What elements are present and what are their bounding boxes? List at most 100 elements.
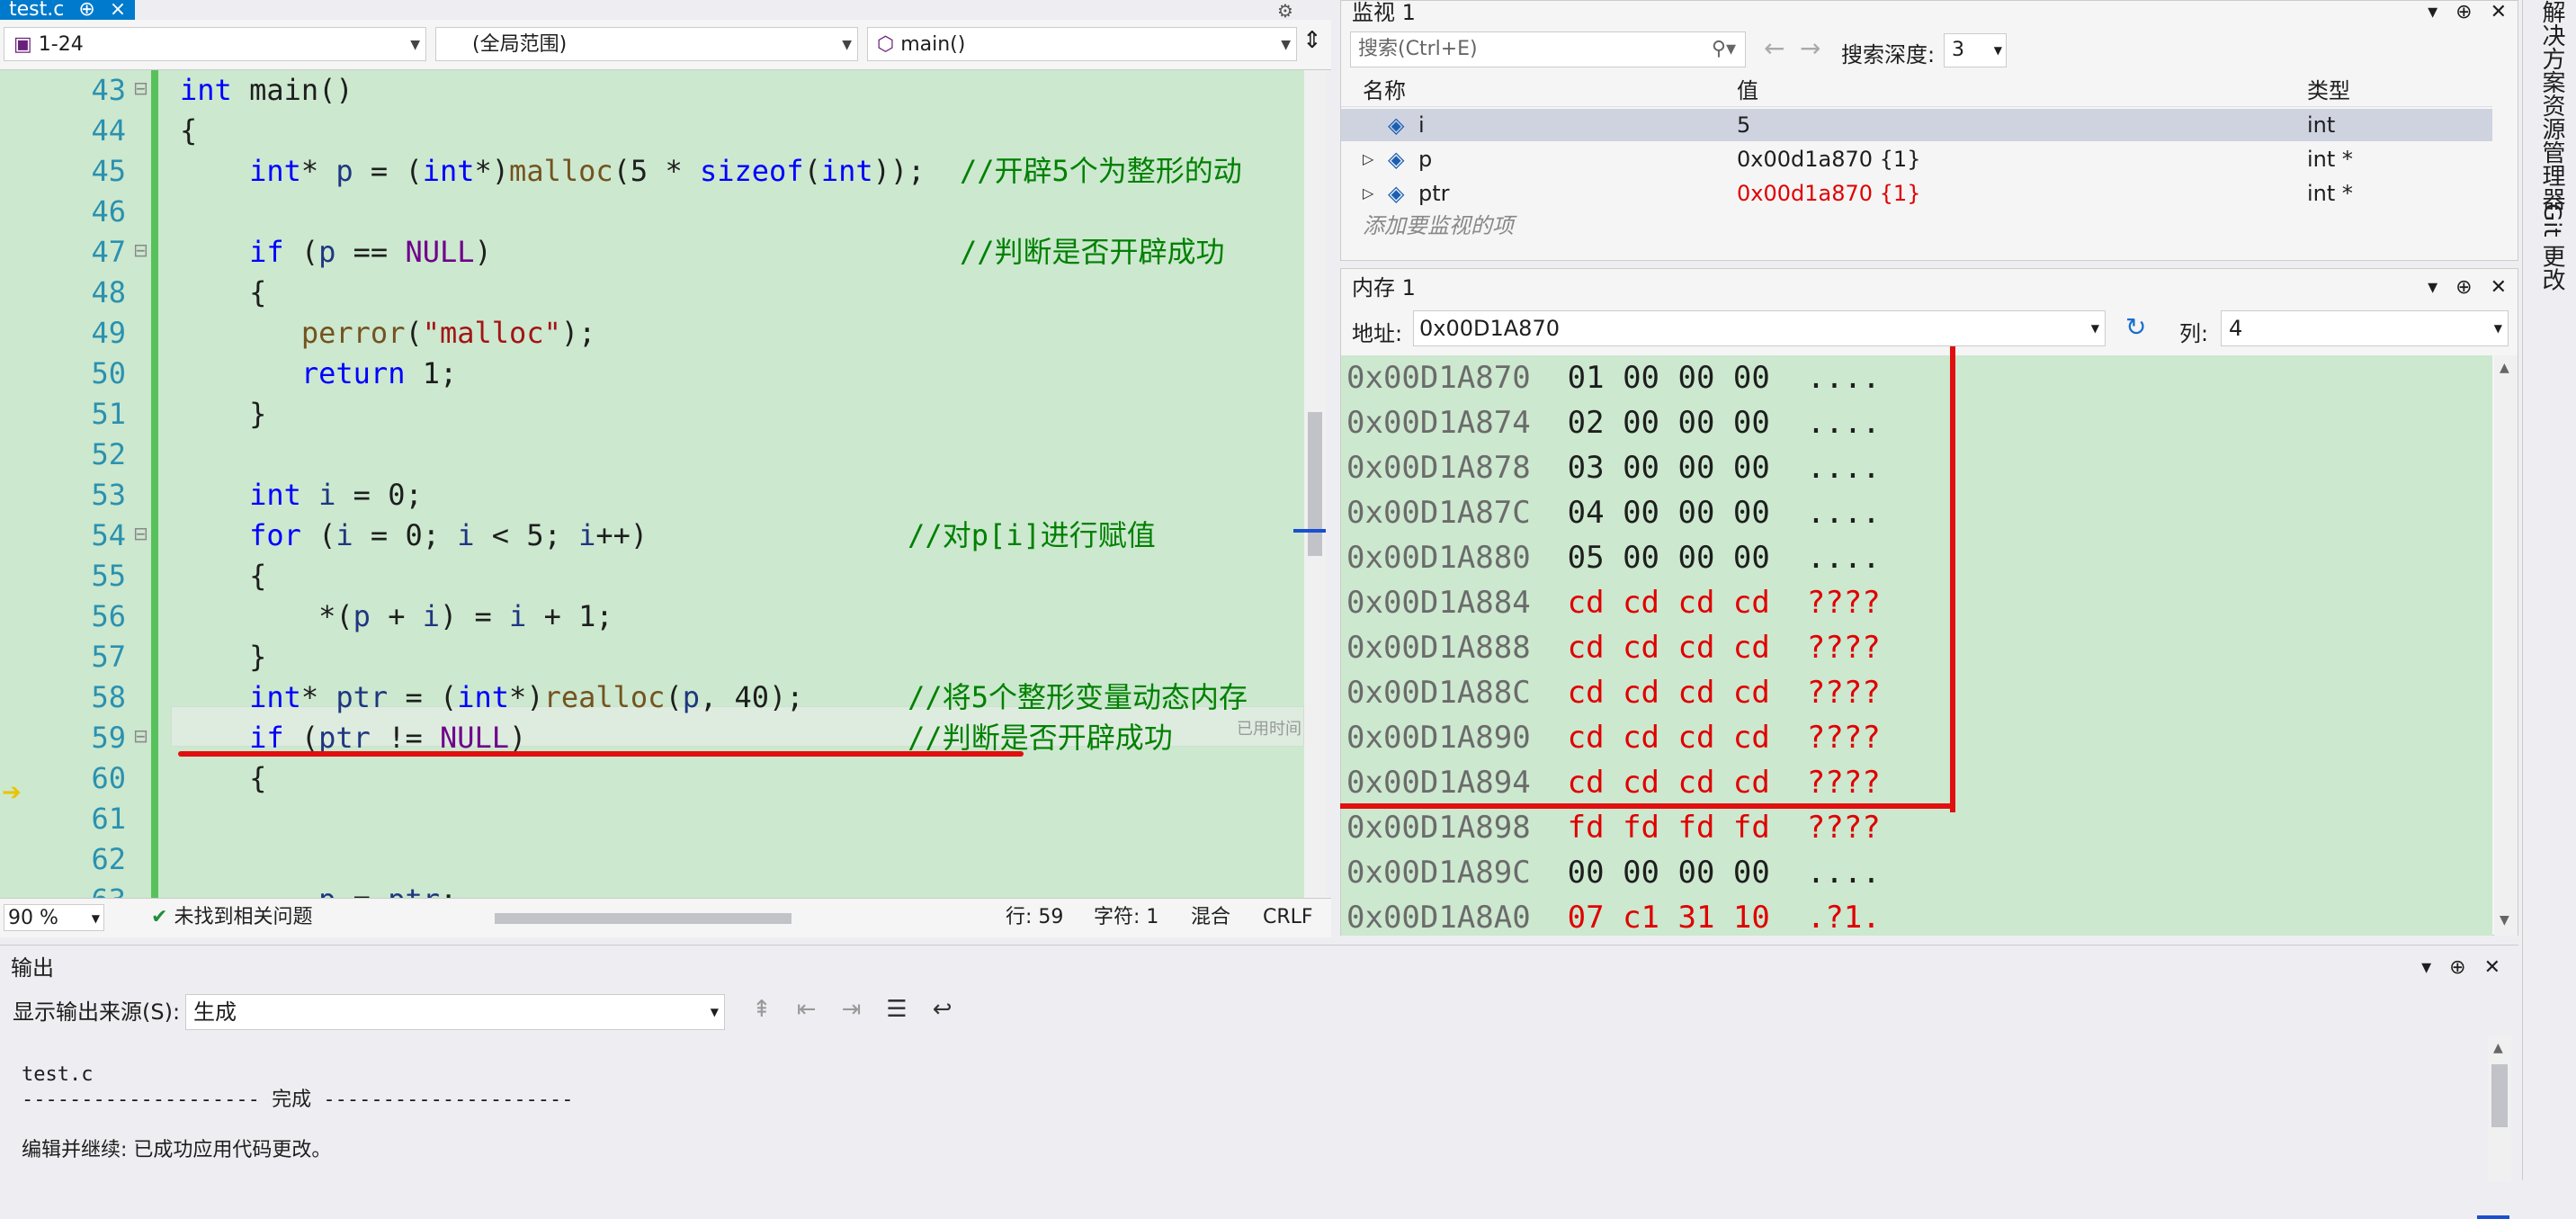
fold-toggle-icon[interactable]: ⊟ — [133, 523, 148, 544]
back-arrow-icon[interactable]: ← — [1764, 33, 1784, 63]
project-dropdown[interactable]: ▣ 1-24 ▼ — [4, 27, 426, 61]
memory-row[interactable]: 0x00D1A894 cd cd cd cd ???? — [1346, 760, 1881, 805]
pin-icon[interactable]: ⊕ — [2455, 276, 2472, 299]
close-icon[interactable]: ✕ — [2491, 276, 2507, 299]
dropdown-icon[interactable]: ▾ — [2421, 956, 2431, 979]
fold-toggle-icon[interactable]: ⊟ — [133, 239, 148, 261]
forward-arrow-icon[interactable]: → — [1800, 33, 1820, 63]
memory-bytes[interactable]: cd cd cd cd — [1568, 585, 1770, 621]
code-line[interactable] — [180, 435, 1304, 475]
memory-row[interactable]: 0x00D1A8A0 07 c1 31 10 .?1. — [1346, 895, 1881, 940]
columns-dropdown[interactable]: 4 ▼ — [2221, 310, 2509, 346]
code-line[interactable]: *(p + i) = i + 1; — [180, 596, 1304, 637]
memory-scrollbar[interactable]: ▲ ▼ — [2494, 355, 2518, 936]
chevron-up-icon[interactable]: ▲ — [2493, 1041, 2503, 1055]
depth-dropdown[interactable]: 3 ▼ — [1944, 33, 2007, 67]
scroll-thumb[interactable] — [1308, 412, 1322, 556]
dropdown-icon[interactable]: ▾ — [2428, 1, 2437, 23]
code-line[interactable]: for (i = 0; i < 5; i++) //对p[i]进行赋值 — [180, 515, 1304, 556]
memory-row[interactable]: 0x00D1A884 cd cd cd cd ???? — [1346, 580, 1881, 625]
scope-dropdown[interactable]: (全局范围) ▼ — [435, 27, 858, 61]
fold-toggle-icon[interactable]: ⊟ — [133, 725, 148, 747]
memory-row[interactable]: 0x00D1A880 05 00 00 00 .... — [1346, 535, 1881, 580]
chevron-down-icon[interactable]: ▼ — [2500, 913, 2509, 928]
memory-bytes[interactable]: cd cd cd cd — [1568, 765, 1770, 801]
next-message-icon[interactable]: ⇥ — [842, 996, 862, 1023]
tab-solution-explorer[interactable]: 解决方案资源管理器 — [2536, 0, 2569, 211]
close-icon[interactable]: ✕ — [2484, 956, 2500, 979]
zoom-dropdown[interactable]: 90 % ▼ — [4, 904, 104, 931]
code-line[interactable]: { — [180, 111, 1304, 151]
horizontal-scrollbar[interactable] — [468, 904, 944, 931]
memory-row[interactable]: 0x00D1A88C cd cd cd cd ???? — [1346, 670, 1881, 715]
code-line[interactable]: int* ptr = (int*)realloc(p, 40); //将5个整形… — [180, 677, 1304, 718]
memory-row[interactable]: 0x00D1A89C 00 00 00 00 .... — [1346, 850, 1881, 895]
pin-icon[interactable]: ⊕ — [2455, 1, 2472, 23]
memory-row[interactable]: 0x00D1A888 cd cd cd cd ???? — [1346, 625, 1881, 670]
code-line[interactable]: int* p = (int*)malloc(5 * sizeof(int)); … — [180, 151, 1304, 192]
previous-message-icon[interactable]: ⇤ — [797, 996, 817, 1023]
code-line[interactable]: { — [180, 273, 1304, 313]
pin-icon[interactable]: ⊕ — [2449, 956, 2465, 979]
memory-grid[interactable]: 0x00D1A870 01 00 00 00 .... 0x00D1A874 02… — [1341, 355, 2492, 936]
close-icon[interactable]: × — [110, 0, 126, 20]
code-line[interactable]: if (p == NULL) //判断是否开辟成功 — [180, 232, 1304, 273]
memory-row[interactable]: 0x00D1A878 03 00 00 00 .... — [1346, 445, 1881, 490]
clear-all-icon[interactable]: ☰ — [886, 996, 907, 1023]
output-scrollbar[interactable]: ▲ — [2477, 1035, 2511, 1219]
code-line[interactable]: return 1; — [180, 354, 1304, 394]
editor-vertical-scrollbar[interactable] — [1293, 70, 1326, 898]
split-icon[interactable]: ⇕ — [1302, 27, 1322, 54]
code-line[interactable]: } — [180, 637, 1304, 677]
memory-bytes[interactable]: 02 00 00 00 — [1568, 405, 1770, 441]
goto-message-icon[interactable]: ⇞ — [752, 996, 772, 1023]
add-watch-hint[interactable]: 添加要监视的项 — [1363, 208, 1514, 239]
output-source-dropdown[interactable]: 生成 ▼ — [185, 994, 725, 1030]
word-wrap-icon[interactable]: ↩ — [933, 996, 953, 1023]
address-input[interactable]: 0x00D1A870 ▼ — [1413, 310, 2106, 346]
code-line[interactable] — [180, 192, 1304, 232]
memory-bytes[interactable]: fd fd fd fd — [1568, 810, 1770, 846]
memory-row[interactable]: 0x00D1A870 01 00 00 00 .... — [1346, 355, 1881, 400]
tab-git-changes[interactable]: Git 更改 — [2536, 203, 2569, 291]
watch-row[interactable]: ▷ ◈ ptr 0x00d1a870 {1} int * — [1341, 177, 2492, 210]
memory-bytes[interactable]: 05 00 00 00 — [1568, 540, 1770, 576]
expand-arrow-icon[interactable]: ▷ — [1363, 177, 1373, 210]
scroll-thumb[interactable] — [2491, 1064, 2508, 1127]
watch-search-input[interactable]: 搜索(Ctrl+E) ⚲▾ — [1350, 31, 1746, 67]
code-line[interactable]: { — [180, 556, 1304, 596]
refresh-icon[interactable]: ↻ — [2125, 312, 2146, 342]
memory-bytes[interactable]: 04 00 00 00 — [1568, 495, 1770, 531]
expand-arrow-icon[interactable]: ▷ — [1363, 143, 1373, 175]
code-line[interactable]: { — [180, 758, 1304, 799]
code-line[interactable]: int main() — [180, 70, 1304, 111]
code-line[interactable] — [180, 799, 1304, 839]
dropdown-icon[interactable]: ▾ — [2428, 276, 2437, 299]
code-line[interactable] — [180, 839, 1304, 880]
function-dropdown[interactable]: ⬡ main() ▼ — [867, 27, 1297, 61]
memory-bytes[interactable]: 01 00 00 00 — [1568, 360, 1770, 396]
watch-row[interactable]: ▷ ◈ p 0x00d1a870 {1} int * — [1341, 143, 2492, 175]
code-editor[interactable]: 43 44 45 46 47 48 49 50 51 52 53 54 55 56 57 58 59 60 61 62… — [0, 70, 1304, 898]
tabs-spaces-indicator[interactable]: 混合 — [1191, 902, 1230, 933]
memory-bytes[interactable]: cd cd cd cd — [1568, 720, 1770, 756]
memory-bytes[interactable]: cd cd cd cd — [1568, 675, 1770, 711]
code-line[interactable]: int i = 0; — [180, 475, 1304, 515]
scroll-thumb[interactable] — [495, 913, 792, 924]
memory-row[interactable]: 0x00D1A890 cd cd cd cd ???? — [1346, 715, 1881, 760]
fold-toggle-icon[interactable]: ⊟ — [133, 77, 148, 99]
memory-bytes[interactable]: 07 c1 31 10 — [1568, 900, 1770, 936]
code-line[interactable]: p = ptr; — [180, 880, 1304, 898]
memory-bytes[interactable]: cd cd cd cd — [1568, 630, 1770, 666]
close-icon[interactable]: ✕ — [2491, 1, 2507, 23]
gear-icon[interactable]: ⚙ — [1277, 0, 1293, 22]
chevron-up-icon[interactable]: ▲ — [2500, 361, 2509, 375]
output-text[interactable]: test.c -------------------- 完成 ----------… — [22, 1062, 574, 1163]
line-ending-indicator[interactable]: CRLF — [1263, 902, 1313, 933]
memory-bytes[interactable]: 00 00 00 00 — [1568, 855, 1770, 891]
issues-indicator[interactable]: ✔ 未找到相关问题 — [151, 902, 312, 933]
memory-bytes[interactable]: 03 00 00 00 — [1568, 450, 1770, 486]
memory-row[interactable]: 0x00D1A87C 04 00 00 00 .... — [1346, 490, 1881, 535]
tab-test-c[interactable]: test.c ⊕ × — [0, 0, 136, 20]
memory-row[interactable]: 0x00D1A898 fd fd fd fd ???? — [1346, 805, 1881, 850]
